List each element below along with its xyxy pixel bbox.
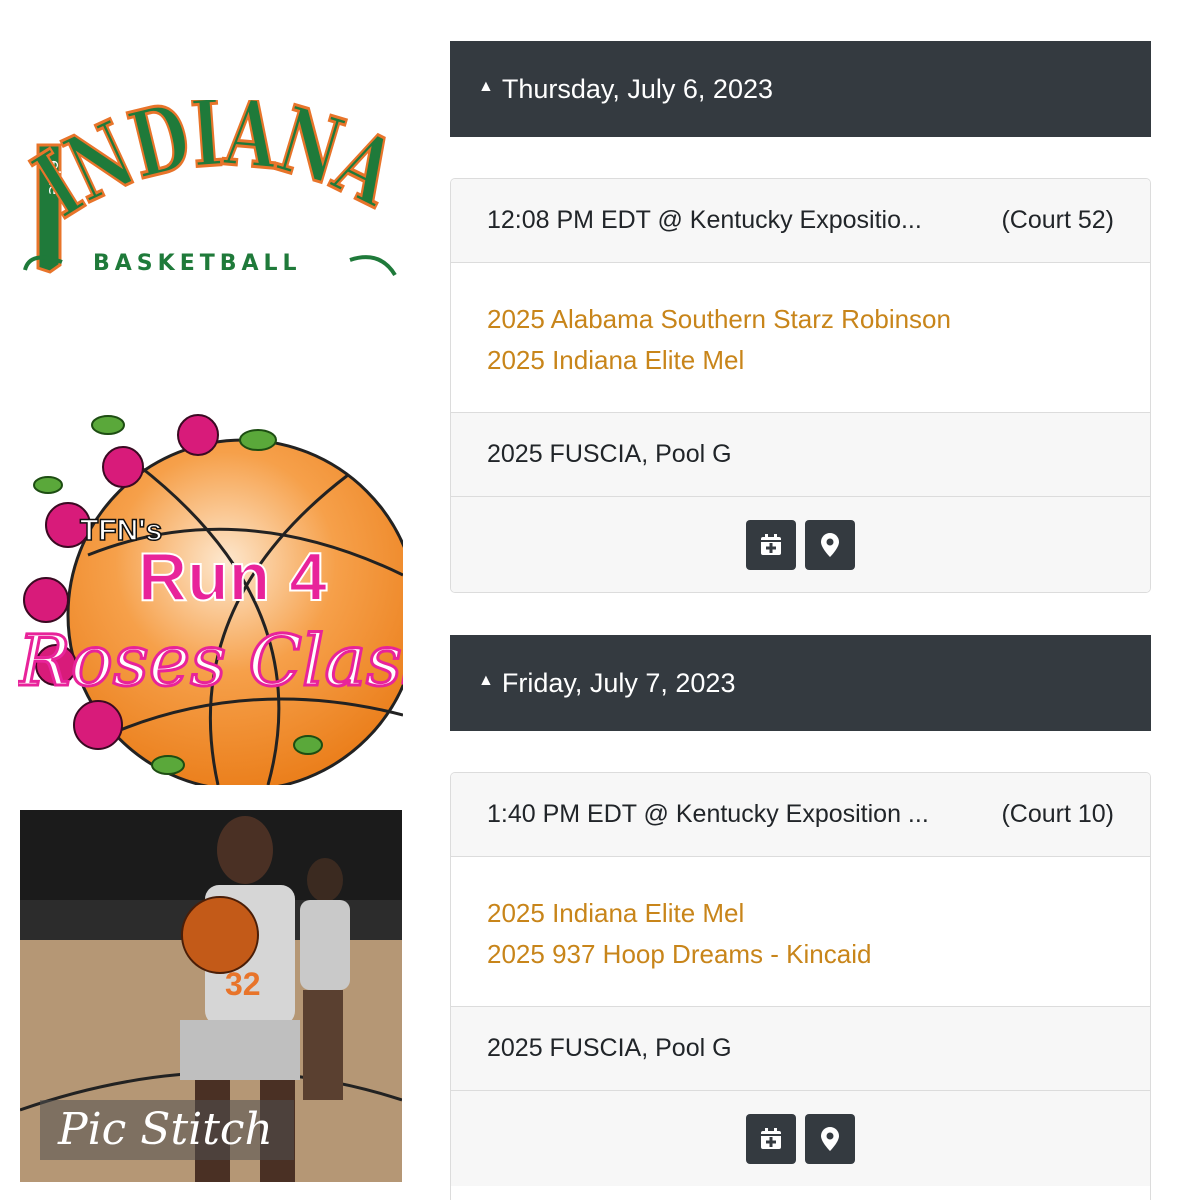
indiana-elite-logo: elite INDIANA BASKETBALL	[15, 77, 417, 290]
game-actions	[451, 1091, 1150, 1186]
day-header-thursday[interactable]: ▲ Thursday, July 6, 2023	[450, 41, 1151, 137]
day-date-label: Friday, July 7, 2023	[501, 667, 736, 698]
day-date-label: Thursday, July 6, 2023	[501, 73, 773, 104]
day-header-friday[interactable]: ▲ Friday, July 7, 2023	[450, 635, 1151, 731]
add-to-calendar-button[interactable]	[746, 519, 796, 570]
pic-stitch-watermark: Pic Stitch	[40, 1100, 294, 1160]
caret-up-icon: ▲	[478, 672, 494, 689]
basketball-text: BASKETBALL	[93, 251, 302, 276]
game-actions	[451, 497, 1150, 592]
roses-classic-text: Roses Classic	[18, 620, 403, 702]
game-teams: 2025 Alabama Southern Starz Robinson 202…	[451, 263, 1150, 413]
map-location-button[interactable]	[805, 519, 855, 570]
add-to-calendar-button[interactable]	[746, 1113, 796, 1164]
game-court: (Court 52)	[1001, 206, 1114, 234]
team-link[interactable]: 2025 Indiana Elite Mel	[487, 893, 1114, 934]
game-teams: 2025 Indiana Elite Mel 2025 937 Hoop Dre…	[451, 857, 1150, 1007]
run4-text: Run 4	[138, 539, 327, 615]
calendar-plus-icon	[761, 533, 781, 555]
game-pool: 2025 FUSCIA, Pool G	[451, 1007, 1150, 1091]
team-link[interactable]: 2025 Indiana Elite Mel	[487, 340, 1114, 381]
jersey-number: 32	[225, 966, 261, 1002]
game-time: 12:08 PM EDT @ Kentucky Expositio...	[487, 206, 922, 234]
game-time: 1:40 PM EDT @ Kentucky Exposition ...	[487, 800, 929, 828]
game-card: 12:08 PM EDT @ Kentucky Expositio... (Co…	[450, 178, 1151, 593]
calendar-plus-icon	[761, 1127, 781, 1149]
run4-roses-logo: TFN's Run 4 Roses Classic	[18, 405, 403, 785]
caret-up-icon: ▲	[478, 78, 494, 95]
game-card: 1:40 PM EDT @ Kentucky Exposition ... (C…	[450, 772, 1151, 1200]
player-photo: 32 Pic Stitch	[20, 810, 402, 1182]
map-marker-icon	[821, 1126, 839, 1151]
game-court: (Court 10)	[1001, 800, 1114, 828]
indiana-title: INDIANA	[15, 77, 417, 240]
game-time-location: 1:40 PM EDT @ Kentucky Exposition ... (C…	[451, 773, 1150, 857]
game-time-location: 12:08 PM EDT @ Kentucky Expositio... (Co…	[451, 179, 1150, 263]
team-link[interactable]: 2025 937 Hoop Dreams - Kincaid	[487, 934, 1114, 975]
team-link[interactable]: 2025 Alabama Southern Starz Robinson	[487, 299, 1114, 340]
svg-text:INDIANA: INDIANA	[20, 100, 400, 238]
map-marker-icon	[821, 532, 839, 557]
game-pool: 2025 FUSCIA, Pool G	[451, 413, 1150, 497]
map-location-button[interactable]	[805, 1113, 855, 1164]
